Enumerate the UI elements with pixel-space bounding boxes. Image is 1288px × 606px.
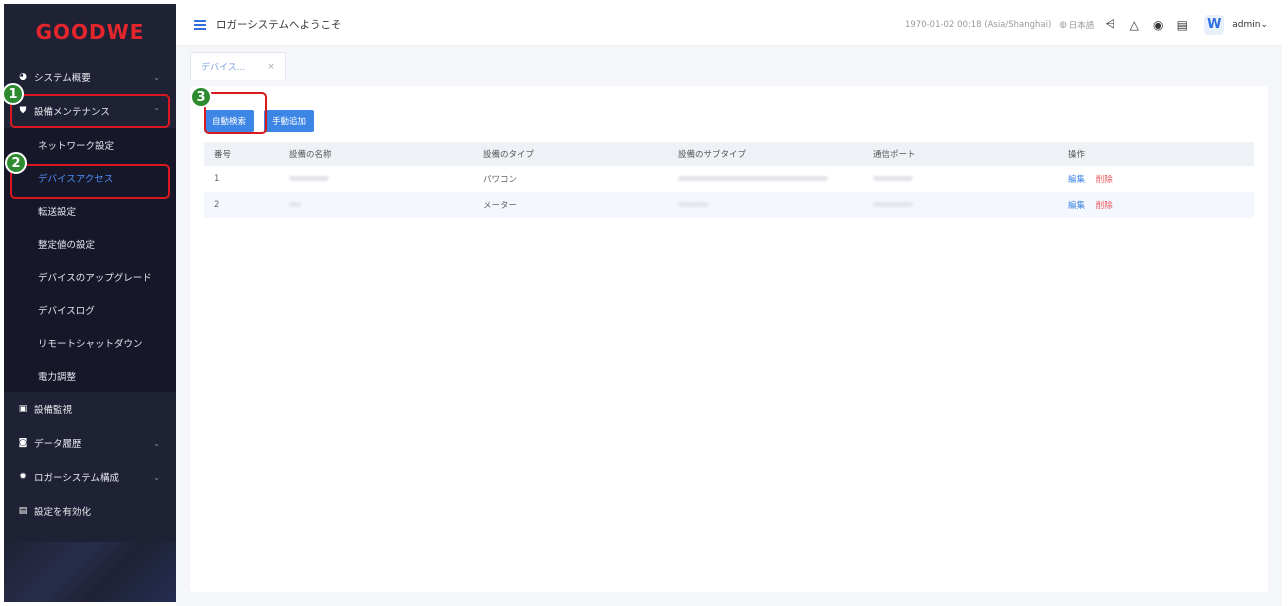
alarm-icon[interactable]: △: [1126, 17, 1142, 33]
sidebar-item-logger-config[interactable]: ✹ ロガーシステム構成 ⌄: [4, 460, 176, 494]
globe-icon: ◍: [1059, 19, 1067, 30]
cell-actions: 編集 削除: [1058, 166, 1254, 192]
column-header-device-name: 設備の名称: [279, 142, 473, 166]
sidebar-subitem-power-adjustment[interactable]: 電力調整: [4, 359, 176, 392]
table-row: 2 メーター 編集 削除: [204, 192, 1254, 218]
cell-actions: 編集 削除: [1058, 192, 1254, 218]
apply-icon: ▤: [18, 506, 28, 516]
sidebar-item-label: 設定を有効化: [34, 507, 92, 518]
cell-number: 2: [204, 192, 279, 218]
cell-device-name: [279, 192, 473, 218]
sidebar-item-equipment-monitoring[interactable]: ▣ 設備監視: [4, 392, 176, 426]
main-content: 自動検索 手動追加 番号 設備の名称 設備のタイプ 設備のサブタイプ 通信ポート…: [176, 80, 1282, 606]
record-icon[interactable]: ◉: [1150, 17, 1166, 33]
cell-comm-port: [863, 192, 1058, 218]
monitor-icon: ▣: [18, 404, 28, 414]
column-header-comm-port: 通信ポート: [863, 142, 1058, 166]
sidebar-subitem-device-log[interactable]: デバイスログ: [4, 293, 176, 326]
table-row: 1 パワコン 編集 削除: [204, 166, 1254, 192]
redacted-value: [873, 202, 913, 207]
cell-device-name: [279, 166, 473, 192]
sidebar-decoration: [4, 542, 176, 602]
highlight-equipment-maintenance: [10, 94, 170, 128]
redacted-value: [678, 176, 828, 181]
sidebar-item-label: システム概要: [34, 73, 91, 84]
signal-icon[interactable]: ⩤: [1102, 17, 1118, 33]
column-header-number: 番号: [204, 142, 279, 166]
edit-link[interactable]: 編集: [1068, 201, 1085, 211]
page-title: ロガーシステムへようこそ: [216, 19, 342, 31]
sidebar-subitem-remote-shutdown[interactable]: リモートシャットダウン: [4, 326, 176, 359]
sidebar-item-apply-settings[interactable]: ▤ 設定を有効化: [4, 494, 176, 528]
sidebar-subitem-label: 電力調整: [38, 371, 77, 383]
sidebar-subitem-label: デバイスログ: [38, 305, 95, 317]
sidebar-subitem-label: 整定値の設定: [38, 239, 96, 251]
redacted-value: [678, 202, 708, 207]
column-header-device-subtype: 設備のサブタイプ: [668, 142, 863, 166]
header-right: 1970-01-02 00:18 (Asia/Shanghai) ◍ 日本語 ⩤…: [904, 14, 1282, 35]
cell-device-type: メーター: [473, 192, 668, 218]
tab-bar: デバイス... ×: [176, 46, 1282, 80]
chevron-down-icon: ⌄: [153, 72, 160, 82]
delete-link[interactable]: 削除: [1096, 201, 1113, 211]
cell-number: 1: [214, 174, 220, 184]
sidebar-subitem-label: ネットワーク設定: [38, 140, 115, 152]
step-badge-3: 3: [190, 86, 212, 108]
tab-label: デバイス...: [201, 63, 246, 73]
history-icon: ◙: [18, 438, 28, 448]
avatar[interactable]: W: [1204, 14, 1225, 35]
logo-text: GOODWE: [35, 20, 145, 44]
dashboard-icon: ◕: [19, 72, 27, 82]
chevron-down-icon: ⌄: [153, 438, 160, 448]
sidebar-item-label: 設備監視: [34, 405, 73, 416]
sidebar-subitem-setpoint-settings[interactable]: 整定値の設定: [4, 227, 176, 260]
cell-comm-port: [863, 166, 1058, 192]
menu-toggle-icon[interactable]: [194, 19, 206, 30]
sidebar-subitem-label: 転送設定: [38, 206, 77, 218]
column-header-device-type: 設備のタイプ: [473, 142, 668, 166]
gear-icon: ✹: [19, 472, 27, 482]
close-icon[interactable]: ×: [267, 62, 275, 72]
avatar-letter: W: [1207, 17, 1222, 32]
sidebar-subitem-label: リモートシャットダウン: [38, 338, 143, 350]
table-header-row: 番号 設備の名称 設備のタイプ 設備のサブタイプ 通信ポート 操作: [204, 142, 1254, 166]
cell-device-subtype: [668, 166, 863, 192]
sidebar-item-label: ロガーシステム構成: [34, 473, 120, 484]
chevron-down-icon: ⌄: [153, 472, 160, 482]
sidebar-subitem-label: デバイスのアップグレード: [38, 272, 152, 284]
redacted-value: [873, 176, 913, 181]
device-access-panel: 自動検索 手動追加 番号 設備の名称 設備のタイプ 設備のサブタイプ 通信ポート…: [190, 86, 1268, 592]
device-table: 番号 設備の名称 設備のタイプ 設備のサブタイプ 通信ポート 操作 1 パワコン…: [204, 142, 1254, 218]
user-menu[interactable]: admin⌄: [1232, 20, 1268, 30]
goodwe-logo: GOODWE: [4, 4, 176, 60]
document-icon[interactable]: ▤: [1174, 17, 1190, 33]
highlight-device-access: [10, 164, 170, 199]
delete-link[interactable]: 削除: [1096, 175, 1113, 185]
datetime-display: 1970-01-02 00:18 (Asia/Shanghai): [904, 19, 1052, 30]
top-header: ロガーシステムへようこそ 1970-01-02 00:18 (Asia/Shan…: [176, 4, 1282, 46]
sidebar-item-label: データ履歴: [34, 439, 82, 450]
sidebar-item-data-history[interactable]: ◙ データ履歴 ⌄: [4, 426, 176, 460]
user-name: admin: [1232, 19, 1261, 30]
redacted-value: [289, 176, 329, 181]
tab-device-access[interactable]: デバイス... ×: [190, 52, 286, 80]
column-header-actions: 操作: [1058, 142, 1254, 166]
cell-device-subtype: [668, 192, 863, 218]
step-badge-1: 1: [2, 83, 24, 105]
manual-add-button[interactable]: 手動追加: [264, 110, 314, 132]
redacted-value: [289, 202, 301, 207]
language-selector[interactable]: ◍ 日本語: [1059, 19, 1094, 31]
edit-link[interactable]: 編集: [1068, 175, 1085, 185]
chevron-down-icon: ⌄: [1260, 19, 1268, 30]
language-label: 日本語: [1068, 20, 1095, 31]
step-badge-2: 2: [5, 152, 27, 174]
sidebar-subitem-device-upgrade[interactable]: デバイスのアップグレード: [4, 260, 176, 293]
highlight-auto-search: [204, 92, 267, 134]
cell-device-type: パワコン: [483, 175, 518, 185]
sidebar-subitem-network-settings[interactable]: ネットワーク設定: [4, 128, 176, 161]
sidebar-item-system-overview[interactable]: ◕ システム概要 ⌄: [4, 60, 176, 94]
